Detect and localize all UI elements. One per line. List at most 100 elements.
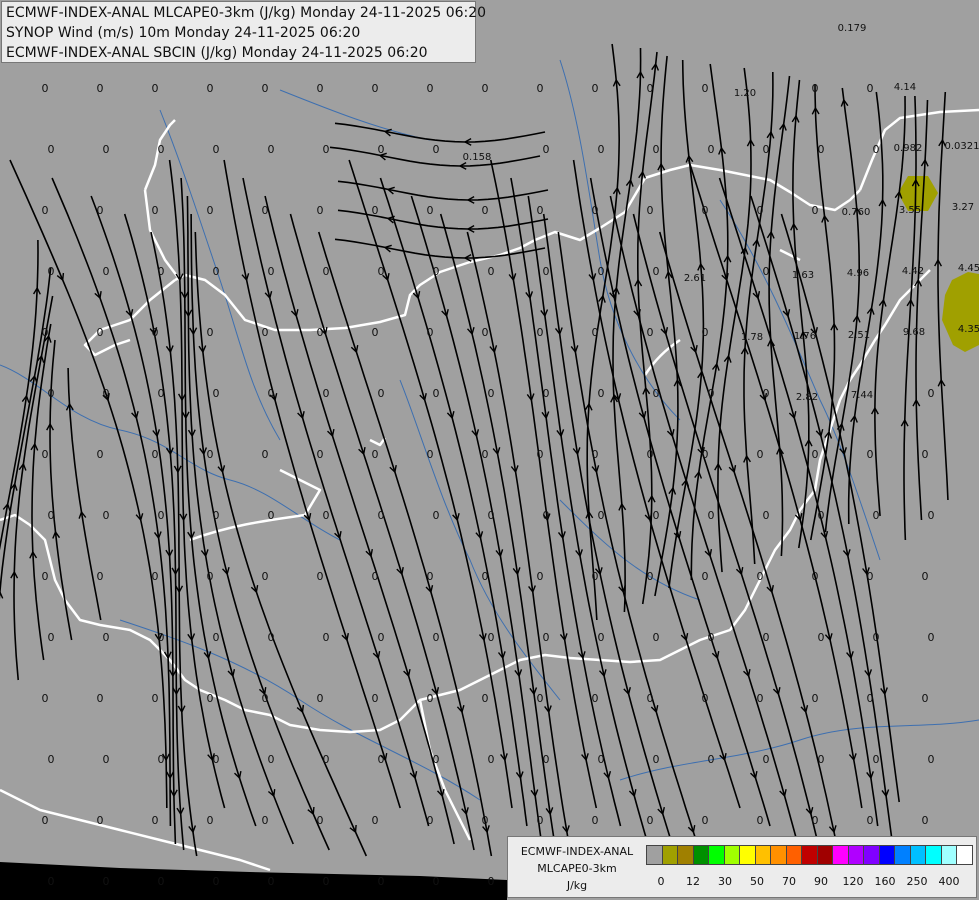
sbcin-zero-label: 0 — [647, 82, 654, 95]
legend-swatch — [708, 845, 725, 865]
sbcin-value-label: 7.44 — [851, 390, 873, 401]
title-line-wind: SYNOP Wind (m/s) 10m Monday 24-11-2025 0… — [6, 25, 361, 41]
map-canvas: 0 0 0 0 0 0 0 0 0 0 0 0 0 0 0 0 0 0 0 0 0 0 0 0 0 0 0 0 0 0 0 0 0 0 0 0 0 0 0 0… — [0, 0, 979, 900]
sbcin-value-label: 4.14 — [894, 82, 916, 93]
sbcin-zero-label: 0 — [372, 326, 379, 339]
sbcin-zero-label: 0 — [433, 753, 440, 766]
sbcin-zero-label: 0 — [653, 265, 660, 278]
sbcin-zero-label: 0 — [818, 753, 825, 766]
sbcin-zero-label: 0 — [818, 631, 825, 644]
sbcin-zero-label: 0 — [262, 814, 269, 827]
legend-swatch — [894, 845, 911, 865]
sbcin-zero-label: 0 — [268, 509, 275, 522]
legend-title-source: ECMWF-INDEX-ANAL — [520, 845, 634, 858]
legend-swatch — [661, 845, 678, 865]
sbcin-zero-label: 0 — [702, 326, 709, 339]
sbcin-value-label: 4.45 — [958, 263, 979, 274]
sbcin-zero-label: 0 — [97, 448, 104, 461]
sbcin-zero-label: 0 — [488, 875, 495, 888]
sbcin-zero-label: 0 — [323, 631, 330, 644]
sbcin-zero-label: 0 — [757, 448, 764, 461]
sbcin-zero-label: 0 — [812, 204, 819, 217]
legend-tick-label: 250 — [906, 875, 928, 888]
sbcin-zero-label: 0 — [152, 692, 159, 705]
sbcin-zero-label: 0 — [207, 448, 214, 461]
legend-tick-label: 70 — [782, 875, 796, 888]
sbcin-zero-label: 0 — [207, 692, 214, 705]
sbcin-zero-label: 0 — [812, 692, 819, 705]
sbcin-zero-label: 0 — [702, 82, 709, 95]
sbcin-zero-label: 0 — [42, 82, 49, 95]
sbcin-zero-label: 0 — [653, 387, 660, 400]
sbcin-zero-label: 0 — [702, 814, 709, 827]
sbcin-zero-label: 0 — [708, 753, 715, 766]
sbcin-zero-label: 0 — [543, 143, 550, 156]
sbcin-zero-label: 0 — [482, 814, 489, 827]
sbcin-zero-label: 0 — [427, 204, 434, 217]
sbcin-zero-label: 0 — [812, 82, 819, 95]
sbcin-zero-label: 0 — [268, 387, 275, 400]
sbcin-zero-label: 0 — [433, 387, 440, 400]
sbcin-zero-label: 0 — [488, 631, 495, 644]
sbcin-zero-label: 0 — [647, 204, 654, 217]
sbcin-zero-label: 0 — [317, 82, 324, 95]
sbcin-zero-label: 0 — [592, 204, 599, 217]
sbcin-zero-label: 0 — [268, 875, 275, 888]
sbcin-zero-label: 0 — [537, 326, 544, 339]
sbcin-zero-label: 0 — [213, 143, 220, 156]
sbcin-zero-label: 0 — [488, 753, 495, 766]
sbcin-zero-label: 0 — [372, 570, 379, 583]
sbcin-zero-label: 0 — [317, 814, 324, 827]
sbcin-zero-label: 0 — [427, 448, 434, 461]
sbcin-zero-label: 0 — [262, 204, 269, 217]
sbcin-zero-label: 0 — [158, 509, 165, 522]
sbcin-zero-label: 0 — [158, 265, 165, 278]
legend-swatch — [940, 845, 957, 865]
sbcin-zero-label: 0 — [323, 265, 330, 278]
sbcin-zero-label: 0 — [757, 570, 764, 583]
sbcin-zero-label: 0 — [378, 387, 385, 400]
sbcin-zero-label: 0 — [268, 265, 275, 278]
sbcin-zero-label: 0 — [482, 570, 489, 583]
sbcin-zero-label: 0 — [97, 814, 104, 827]
legend-swatch — [677, 845, 694, 865]
sbcin-zero-label: 0 — [103, 753, 110, 766]
legend-tick-label: 0 — [657, 875, 665, 888]
sbcin-zero-label: 0 — [543, 631, 550, 644]
sbcin-zero-label: 0 — [213, 753, 220, 766]
sbcin-zero-label: 0 — [48, 631, 55, 644]
sbcin-zero-label: 0 — [152, 448, 159, 461]
sbcin-zero-label: 0 — [262, 82, 269, 95]
sbcin-zero-label: 0 — [323, 143, 330, 156]
sbcin-zero-label: 0 — [592, 326, 599, 339]
sbcin-zero-label: 0 — [323, 509, 330, 522]
sbcin-zero-label: 0 — [653, 753, 660, 766]
sbcin-zero-label: 0 — [482, 326, 489, 339]
sbcin-zero-label: 0 — [757, 204, 764, 217]
sbcin-zero-label: 0 — [213, 265, 220, 278]
legend-swatch — [801, 845, 818, 865]
sbcin-zero-label: 0 — [427, 82, 434, 95]
sbcin-zero-label: 0 — [372, 82, 379, 95]
sbcin-zero-label: 0 — [922, 448, 929, 461]
legend-swatch — [878, 845, 895, 865]
sbcin-zero-label: 0 — [317, 448, 324, 461]
sbcin-zero-label: 0 — [543, 753, 550, 766]
sbcin-zero-label: 0 — [42, 204, 49, 217]
sbcin-zero-label: 0 — [543, 265, 550, 278]
sbcin-zero-label: 0 — [537, 692, 544, 705]
sbcin-zero-label: 0 — [268, 753, 275, 766]
legend-swatch — [863, 845, 880, 865]
sbcin-value-label: 1.20 — [734, 88, 756, 99]
title-line-cape: ECMWF-INDEX-ANAL MLCAPE0-3km (J/kg) Mond… — [6, 5, 487, 21]
sbcin-zero-label: 0 — [378, 265, 385, 278]
sbcin-zero-label: 0 — [372, 448, 379, 461]
sbcin-zero-label: 0 — [763, 265, 770, 278]
sbcin-zero-label: 0 — [42, 692, 49, 705]
sbcin-zero-label: 0 — [152, 82, 159, 95]
sbcin-zero-label: 0 — [488, 265, 495, 278]
legend-swatch — [909, 845, 926, 865]
sbcin-zero-label: 0 — [647, 326, 654, 339]
sbcin-zero-label: 0 — [152, 326, 159, 339]
sbcin-zero-label: 0 — [378, 875, 385, 888]
